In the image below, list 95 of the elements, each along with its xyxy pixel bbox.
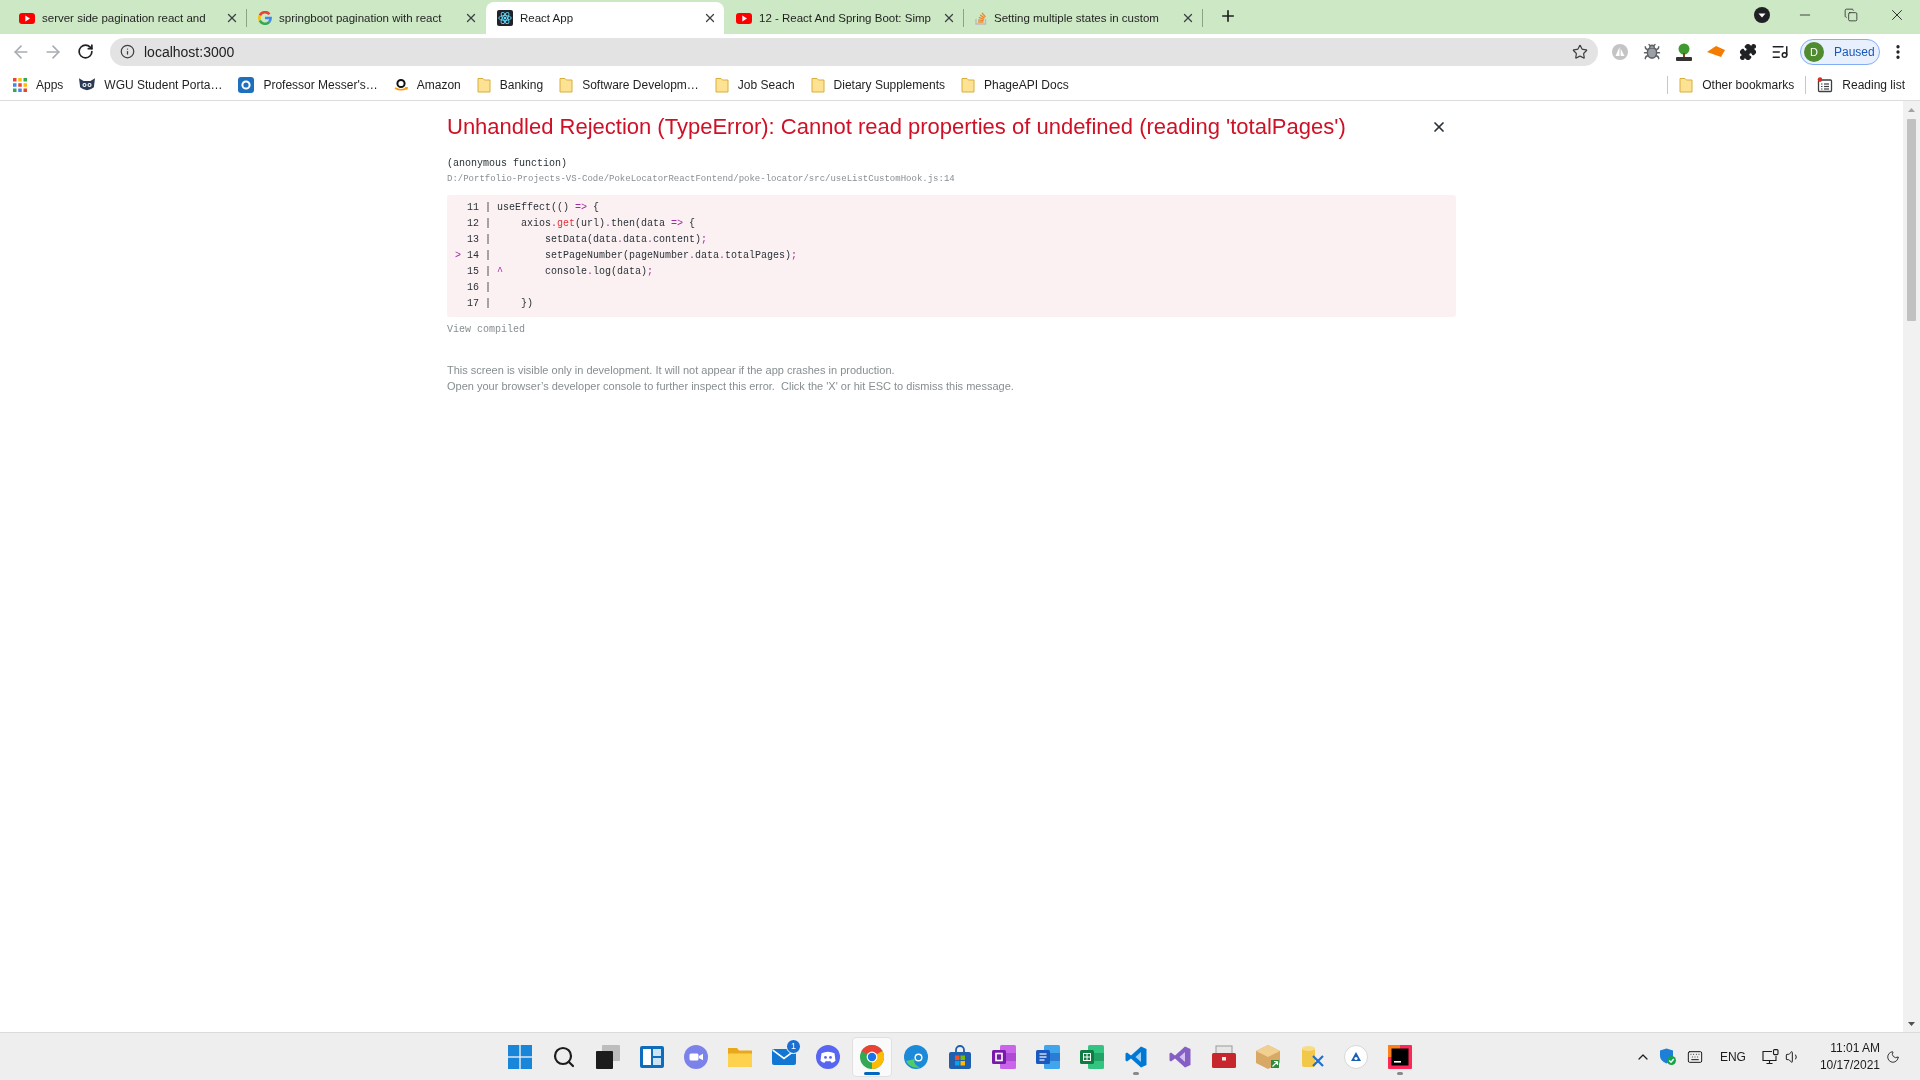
close-icon[interactable] — [703, 11, 717, 25]
code-editor-icon[interactable] — [1168, 1044, 1192, 1069]
error-title: Unhandled Rejection (TypeError): Cannot read properties of undefined (reading 'totalPages') — [447, 114, 1346, 140]
video-chat-icon[interactable] — [684, 1044, 708, 1069]
code-line: 15 | ^ console.log(data); — [466, 265, 654, 279]
active-app-button[interactable] — [852, 1036, 892, 1077]
close-icon[interactable] — [942, 11, 956, 25]
bug-icon[interactable] — [1643, 42, 1661, 61]
folder-icon — [810, 76, 825, 93]
bookmark-item[interactable]: Amazon — [385, 71, 469, 98]
browser-tab[interactable]: React App — [486, 2, 724, 34]
document-icon[interactable] — [1036, 1044, 1060, 1069]
code-line: 17 | }) — [466, 297, 533, 311]
code-editor-icon[interactable] — [1124, 1044, 1148, 1069]
keyboard-icon[interactable] — [1686, 1048, 1703, 1065]
scroll-down-icon[interactable] — [1908, 1021, 1915, 1026]
toolbox-icon[interactable] — [1212, 1044, 1236, 1069]
profile-avatar: D — [1804, 41, 1824, 62]
function-name: (anonymous function) — [447, 157, 568, 170]
bookmark-item[interactable]: Professor Messer's… — [230, 71, 386, 98]
reload-icon[interactable] — [76, 43, 94, 60]
store-bag-icon[interactable] — [948, 1044, 972, 1069]
unread-badge: 1 — [786, 1038, 801, 1054]
bookmark-item[interactable]: Software Developm… — [551, 71, 707, 98]
package-icon[interactable] — [1256, 1044, 1280, 1069]
code-line: 16 | — [466, 281, 492, 295]
bookmark-item[interactable]: Apps — [5, 71, 72, 98]
reading-list-button[interactable]: Reading list — [1809, 71, 1913, 98]
start-icon[interactable] — [508, 1044, 532, 1069]
scrollbar-thumb[interactable] — [1907, 119, 1916, 321]
ide-icon[interactable] — [1388, 1044, 1412, 1069]
bookmark-item[interactable]: Job Seach — [706, 71, 803, 98]
ring-logo-icon — [238, 76, 255, 93]
folder-icon — [714, 76, 729, 93]
folder-icon — [960, 76, 975, 93]
folder-icon — [476, 76, 491, 93]
browser-tab[interactable]: server side pagination react and — [8, 2, 246, 34]
bookmark-item[interactable]: Dietary Supplements — [802, 71, 953, 98]
code-line: 11 | useEffect(() => { — [466, 201, 600, 215]
atom-icon — [497, 10, 513, 26]
file-path: D:/Portfolio-Projects-VS-Code/PokeLocatorReactFontend/poke-locator/src/useListCustomHook.js:14 — [447, 173, 955, 185]
language-indicator[interactable]: ENG — [1719, 1049, 1746, 1064]
bookmark-item[interactable]: Other bookmarks — [1671, 71, 1803, 98]
network-monitor-icon[interactable] — [1761, 1048, 1779, 1065]
url-text[interactable]: localhost:3000 — [144, 43, 1572, 60]
apps-grid-icon — [13, 77, 27, 92]
bookmark-item[interactable]: WGU Student Porta… — [71, 71, 231, 98]
code-line: > 14 | setPageNumber(pageNumber.data.totalPages); — [455, 249, 798, 263]
puzzle-icon[interactable] — [1739, 42, 1757, 61]
close-icon[interactable] — [464, 11, 478, 25]
spreadsheet-icon[interactable] — [1080, 1044, 1104, 1069]
profile-button[interactable]: D Paused — [1800, 38, 1880, 65]
stacked-trays-icon — [975, 11, 987, 25]
tools-icon[interactable] — [1300, 1044, 1324, 1069]
close-icon[interactable] — [1181, 11, 1195, 25]
folder-icon — [559, 76, 574, 93]
browser-icon[interactable] — [904, 1044, 928, 1069]
restore-icon[interactable] — [1844, 8, 1858, 22]
tree-icon[interactable] — [1675, 42, 1693, 61]
reading-list-icon — [1817, 76, 1834, 93]
app-icon[interactable] — [1344, 1044, 1368, 1069]
info-icon[interactable] — [120, 44, 135, 59]
clock-time[interactable]: 11:01 AM — [1830, 1039, 1880, 1057]
clock-date[interactable]: 10/17/2021 — [1819, 1056, 1880, 1074]
code-line: 12 | axios.get(url).then(data => { — [466, 217, 696, 231]
task-view-icon[interactable] — [596, 1044, 620, 1069]
footer-note: This screen is visible only in development. It will not appear if the app crashes in production. — [447, 363, 895, 378]
browser-tab[interactable]: springboot pagination with react — [247, 2, 485, 34]
moon-icon[interactable] — [1886, 1049, 1900, 1064]
bookmark-item[interactable]: Banking — [468, 71, 552, 98]
folder-icon — [1679, 76, 1694, 93]
notebook-icon[interactable] — [992, 1044, 1016, 1069]
smile-arrow-icon — [393, 77, 408, 92]
owl-icon — [79, 77, 96, 92]
g-logo-icon — [258, 11, 272, 25]
browser-tab[interactable]: Setting multiple states in custom — [964, 2, 1202, 34]
view-compiled-link[interactable]: View compiled — [447, 323, 525, 336]
tab-search-icon[interactable] — [1754, 7, 1770, 23]
close-icon[interactable] — [225, 11, 239, 25]
wedge-icon[interactable] — [1707, 46, 1725, 57]
close-icon[interactable] — [1431, 119, 1447, 135]
code-line: 13 | setData(data.data.content); — [466, 233, 708, 247]
address-bar[interactable]: localhost:3000 — [110, 37, 1598, 66]
browser-icon[interactable] — [860, 1044, 884, 1069]
controller-logo-icon[interactable] — [816, 1044, 840, 1069]
video-play-icon — [19, 12, 35, 24]
widgets-icon[interactable] — [640, 1044, 664, 1069]
footer-note: Open your browser’s developer console to further inspect this error. Click the 'X' or hit ESC to dismiss this message. — [447, 379, 1014, 394]
browser-tab[interactable]: 12 - React And Spring Boot: Simp — [725, 2, 963, 34]
shield-check-icon[interactable] — [1658, 1048, 1676, 1065]
search-icon[interactable] — [552, 1044, 576, 1069]
star-icon[interactable] — [1572, 43, 1588, 60]
video-play-icon — [736, 12, 752, 24]
bookmark-item[interactable]: PhageAPI Docs — [952, 71, 1077, 98]
scrollbar[interactable] — [1903, 101, 1920, 1032]
